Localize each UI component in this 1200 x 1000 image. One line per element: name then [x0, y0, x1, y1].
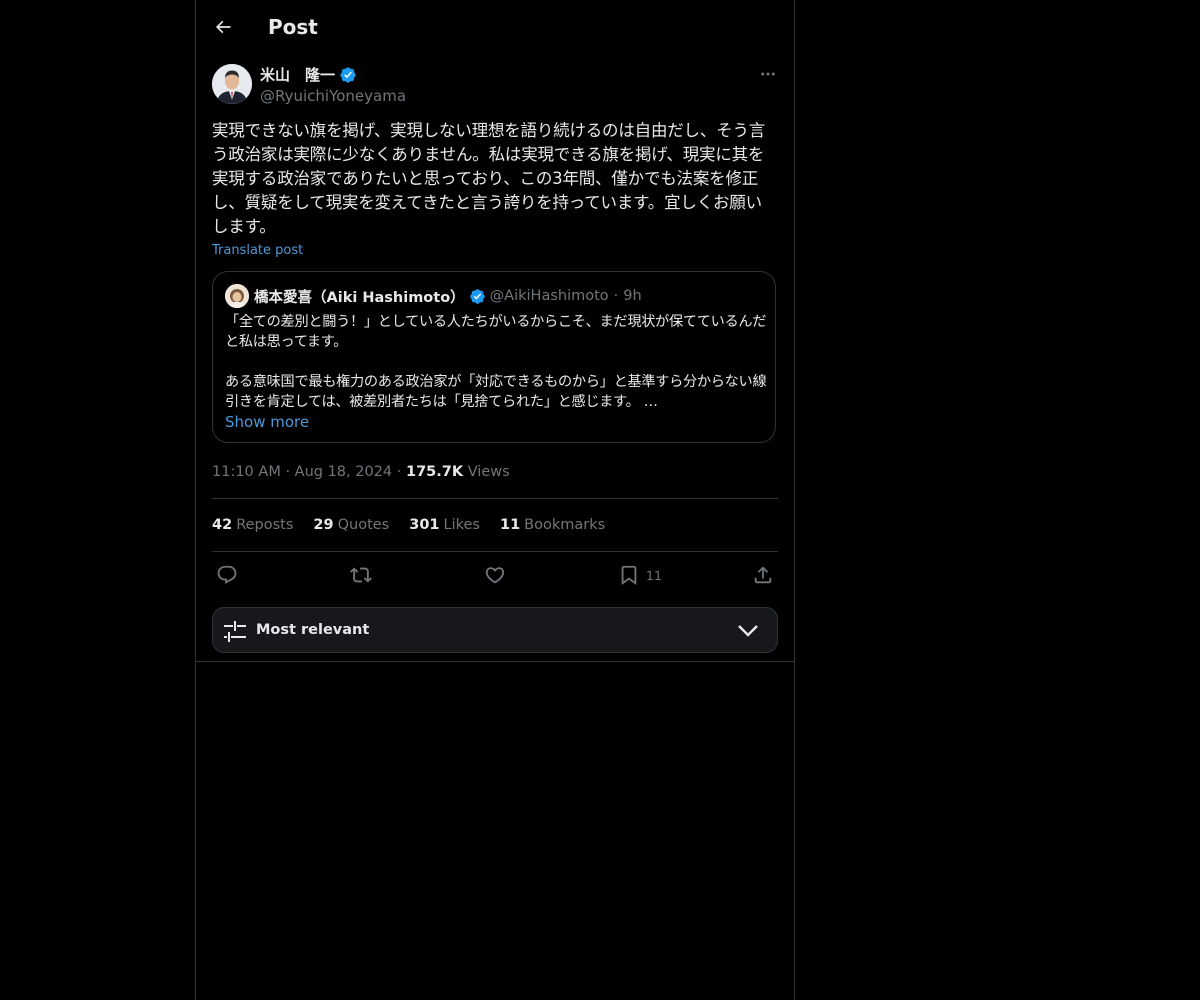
separator-dot: · [613, 288, 619, 304]
bookmark-count: 11 [646, 567, 662, 583]
sort-label: Most relevant [256, 622, 370, 638]
separator-dot: · [396, 464, 402, 480]
post-stats: 42 Reposts 29 Quotes 301 Likes 11 Bookmarks [212, 515, 605, 535]
divider [196, 661, 794, 662]
stat-label: Likes [443, 517, 480, 533]
views-label: Views [467, 464, 510, 480]
stat-count: 11 [499, 517, 521, 533]
stat-reposts[interactable]: 42 Reposts [212, 515, 293, 535]
sort-replies-dropdown[interactable]: Most relevant [212, 607, 778, 653]
views-count: 175.7K [405, 464, 464, 480]
page-title: Post [268, 15, 318, 39]
author-name-text: 米山 隆一 [260, 66, 336, 84]
quoted-post-time: 9h [623, 288, 642, 304]
bookmark-button[interactable]: 11 [618, 562, 662, 588]
stat-label: Reposts [236, 517, 294, 533]
author-name[interactable]: 米山 隆一 [260, 65, 357, 85]
divider [212, 498, 778, 499]
stat-likes[interactable]: 301 Likes [409, 515, 480, 535]
translate-post-link[interactable]: Translate post [212, 242, 303, 260]
verified-badge-icon [339, 66, 357, 84]
chevron-down-icon [737, 622, 759, 640]
header: Post [196, 0, 794, 54]
show-more-link[interactable]: Show more [225, 412, 309, 432]
post-meta: 11:10 AM · Aug 18, 2024 · 175.7K Views [212, 462, 510, 482]
quoted-post-header: 橋本愛喜（Aiki Hashimoto） @AikiHashimoto · 9h [225, 284, 642, 308]
post-date[interactable]: Aug 18, 2024 [295, 464, 393, 480]
sliders-icon [224, 620, 246, 642]
share-button[interactable] [752, 562, 774, 588]
reply-button[interactable] [216, 562, 238, 588]
quoted-author-handle: @AikiHashimoto [489, 288, 609, 304]
quoted-author-name: 橋本愛喜（Aiki Hashimoto） [254, 289, 465, 306]
more-horizontal-icon [759, 65, 777, 83]
like-button[interactable] [484, 562, 506, 588]
back-button[interactable] [210, 14, 236, 40]
post-text: 実現できない旗を掲げ、実現しない理想を語り続けるのは自由だし、そう言う政治家は実… [212, 121, 766, 236]
repost-icon [350, 564, 372, 586]
stat-count: 29 [313, 517, 334, 533]
post-column: Post 米山 隆一 @RyuichiYoneyama 実現できない旗を掲げ、実… [195, 0, 795, 1000]
post-time[interactable]: 11:10 AM [212, 464, 281, 480]
share-icon [752, 564, 774, 586]
stat-label: Quotes [337, 517, 390, 533]
separator-dot: · [285, 464, 291, 480]
author-avatar[interactable] [212, 64, 252, 104]
stat-bookmarks[interactable]: 11 Bookmarks [500, 515, 605, 535]
quoted-post[interactable]: 橋本愛喜（Aiki Hashimoto） @AikiHashimoto · 9h… [212, 271, 776, 443]
more-button[interactable] [758, 64, 778, 84]
stat-label: Bookmarks [524, 517, 606, 533]
author-handle[interactable]: @RyuichiYoneyama [260, 86, 406, 106]
reply-icon [216, 564, 238, 586]
stat-count: 301 [409, 517, 440, 533]
heart-icon [484, 564, 506, 586]
verified-badge-icon [469, 288, 486, 305]
quoted-post-text: 「全ての差別と闘う！」としている人たちがいるからこそ、まだ現状が保てているんだと… [225, 314, 767, 410]
divider [212, 551, 778, 552]
repost-button[interactable] [350, 562, 372, 588]
bookmark-icon [618, 564, 640, 586]
quoted-author-avatar [225, 284, 249, 308]
stat-quotes[interactable]: 29 Quotes [313, 515, 389, 535]
arrow-left-icon [213, 17, 233, 37]
stat-count: 42 [212, 517, 233, 533]
